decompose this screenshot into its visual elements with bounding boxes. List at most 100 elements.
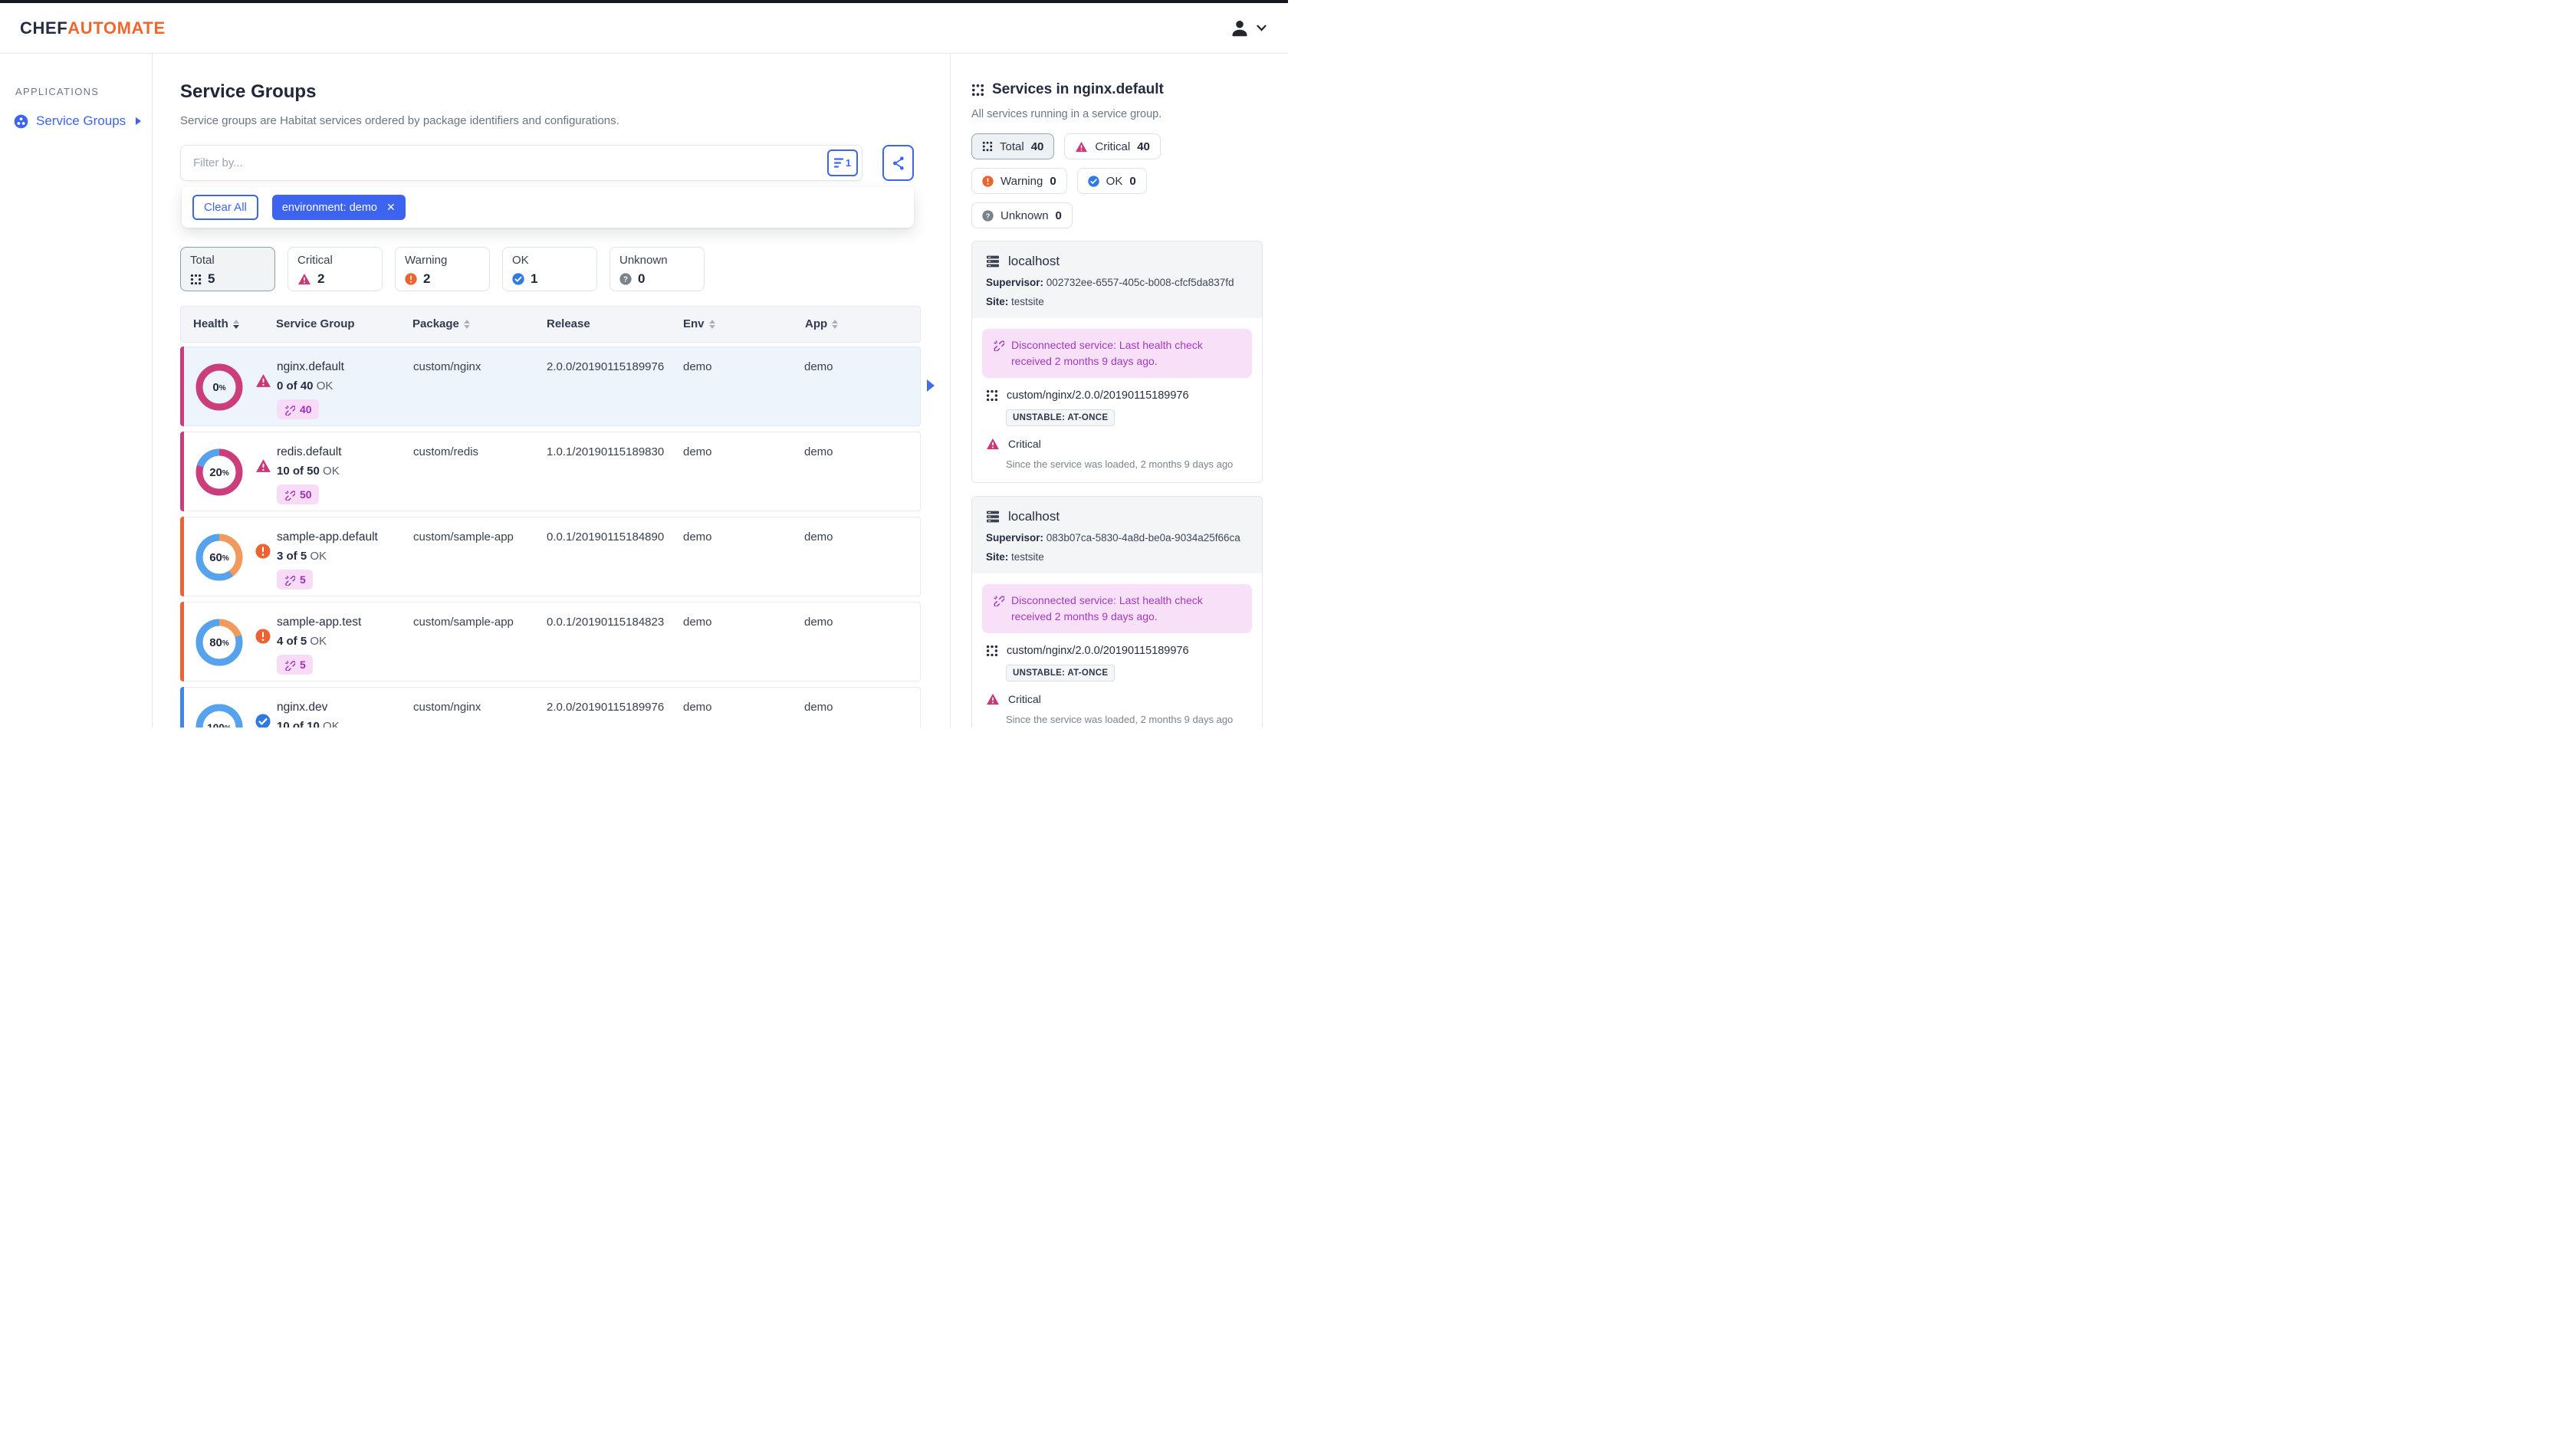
disconnected-alert: Disconnected service: Last health check …: [982, 584, 1252, 633]
host-name: localhost: [1008, 254, 1060, 268]
disconnected-count-pill[interactable]: 5: [277, 570, 313, 590]
tile-label: Unknown: [619, 254, 668, 267]
percent-sign: %: [222, 554, 229, 563]
status-badge-ok[interactable]: ? OK 0: [1076, 168, 1147, 194]
sort-icon[interactable]: [708, 319, 715, 329]
column-header-service-group[interactable]: Service Group: [276, 317, 355, 330]
column-header-app[interactable]: App: [805, 317, 839, 330]
sort-icon[interactable]: [832, 319, 839, 329]
column-header-package[interactable]: Package: [412, 317, 470, 330]
column-header-env[interactable]: Env: [683, 317, 715, 330]
ok-check-icon: [512, 273, 524, 285]
brand-chef: CHEF: [20, 18, 68, 38]
table-row-sample-app.test[interactable]: 80% sample-app.test 4 of 5 OK 5 custom/s…: [180, 602, 921, 682]
package-cell: custom/nginx: [413, 360, 481, 373]
env-cell: demo: [683, 701, 712, 714]
status-badge-warning[interactable]: ? Warning 0: [971, 168, 1067, 194]
share-button[interactable]: [882, 145, 914, 181]
health-donut: 20%: [196, 448, 243, 496]
user-menu[interactable]: [1230, 18, 1267, 38]
chip-close-icon[interactable]: ✕: [386, 201, 396, 214]
service-cards: localhost Supervisor: 002732ee-6557-405c…: [971, 241, 1263, 728]
total-dots-icon: [982, 141, 993, 152]
filter-lines-icon: [833, 158, 843, 168]
supervisor-label: Supervisor:: [986, 532, 1044, 544]
badge-label: Warning: [1001, 174, 1043, 188]
filter-placeholder: Filter by...: [193, 156, 243, 169]
filter-input[interactable]: Filter by...: [180, 145, 863, 181]
badge-value: 0: [1055, 209, 1062, 222]
badge-label: Total: [1000, 140, 1024, 153]
package-dots-icon: [986, 389, 998, 402]
health-donut: 80%: [196, 619, 243, 666]
server-icon: [986, 510, 1000, 524]
status-badge-total[interactable]: ? Total 40: [971, 133, 1055, 159]
status-tile-unknown[interactable]: Unknown ? 0: [610, 247, 705, 291]
status-tile-total[interactable]: Total 5: [180, 247, 275, 291]
table-row-sample-app.default[interactable]: 60% sample-app.default 3 of 5 OK 5 custo…: [180, 517, 921, 596]
host-name: localhost: [1008, 509, 1060, 524]
ok-count: 0 of 40: [277, 379, 314, 392]
status-tile-ok[interactable]: OK 1: [502, 247, 597, 291]
health-donut: 0%: [196, 363, 243, 411]
status-tile-warning[interactable]: Warning 2: [395, 247, 490, 291]
disconnected-count-pill[interactable]: 5: [277, 655, 313, 675]
unknown-question-icon: ?: [619, 273, 632, 285]
package-cell: custom/redis: [413, 445, 479, 458]
server-icon: [986, 255, 1000, 268]
tile-label: Total: [190, 254, 215, 267]
filter-chip-label: environment: demo: [281, 201, 377, 214]
sort-icon[interactable]: [232, 319, 239, 329]
page-description: Service groups are Habitat services orde…: [180, 114, 619, 127]
disconnected-count-pill[interactable]: 50: [277, 484, 319, 504]
share-icon: [892, 156, 905, 171]
service-group-name: sample-app.default: [277, 530, 378, 544]
column-header-release[interactable]: Release: [547, 317, 590, 330]
env-cell: demo: [683, 616, 712, 629]
package-cell: custom/nginx: [413, 701, 481, 714]
service-card: localhost Supervisor: 083b07ca-5830-4a8d…: [971, 496, 1263, 728]
main-content: Service Groups Service groups are Habita…: [153, 54, 950, 728]
tile-value: 2: [317, 271, 325, 286]
table-row-nginx.dev[interactable]: 100% nginx.dev 10 of 10: [180, 687, 921, 728]
active-filters-panel: Clear All environment: demo ✕: [182, 187, 914, 228]
sidebar-item-service-groups[interactable]: Service Groups: [14, 113, 141, 129]
critical-triangle-icon: [1075, 141, 1088, 153]
sidebar: APPLICATIONS Service Groups: [0, 54, 153, 728]
sort-icon[interactable]: [463, 319, 470, 329]
release-cell: 2.0.0/20190115189976: [547, 360, 665, 373]
ok-suffix: OK: [310, 550, 327, 563]
clear-all-button[interactable]: Clear All: [192, 195, 258, 220]
column-header-health[interactable]: Health: [193, 317, 239, 330]
supervisor-id: 083b07ca-5830-4a8d-be0a-9034a25f66ca: [1046, 532, 1240, 544]
filter-chip[interactable]: environment: demo ✕: [271, 195, 406, 220]
broken-link-icon: [994, 596, 1004, 606]
supervisor-id: 002732ee-6557-405c-b008-cfcf5da837fd: [1046, 277, 1234, 288]
column-label: Service Group: [276, 317, 355, 330]
package-dots-icon: [986, 645, 998, 657]
health-percent: 60: [209, 550, 222, 564]
percent-sign: %: [225, 724, 232, 728]
status-tile-critical[interactable]: Critical 2: [288, 247, 383, 291]
app-cell: demo: [804, 360, 833, 373]
status-badge-unknown[interactable]: ? Unknown 0: [971, 202, 1073, 228]
service-group-rows: 0% nginx.default 0 of 40 OK 40 custom/ng…: [180, 347, 935, 728]
disconnected-count-pill[interactable]: 40: [277, 399, 319, 419]
update-strategy-badge: UNSTABLE: AT-ONCE: [1006, 665, 1116, 682]
table-row-nginx.default[interactable]: 0% nginx.default 0 of 40 OK 40 custom/ng…: [180, 347, 935, 426]
service-since-text: Since the service was loaded, 2 months 9…: [1006, 714, 1234, 725]
release-cell: 2.0.0/20190115189976: [547, 701, 665, 714]
selected-row-caret: [927, 379, 935, 392]
filter-count-button[interactable]: 1: [827, 149, 858, 176]
status-badge-critical[interactable]: ? Critical 40: [1064, 133, 1161, 159]
brand-logo[interactable]: CHEFAUTOMATE: [20, 18, 166, 38]
tile-value: 0: [638, 271, 646, 286]
disconnected-alert: Disconnected service: Last health check …: [982, 329, 1252, 378]
tile-value: 1: [531, 271, 538, 286]
ok-check-icon: [1087, 175, 1099, 187]
table-row-redis.default[interactable]: 20% redis.default 10 of 50 OK 50 custom/…: [180, 432, 921, 511]
badge-label: OK: [1106, 174, 1123, 188]
tile-label: Warning: [405, 254, 448, 267]
table-header: Health Service Group Package Release Env: [180, 306, 921, 343]
tile-value: 5: [208, 271, 215, 286]
